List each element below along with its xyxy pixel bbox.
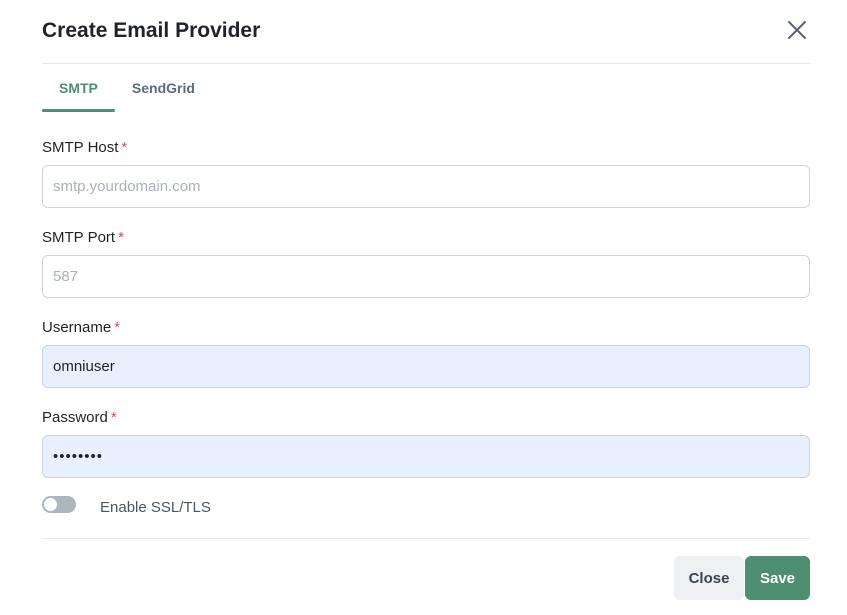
required-mark: * [110,409,117,426]
close-button[interactable]: Close [674,556,744,600]
provider-tabs: SMTP SendGrid [42,64,212,112]
dialog-title: Create Email Provider [42,19,261,42]
ssl-toggle[interactable] [42,496,76,513]
smtp-host-label-text: SMTP Host [42,139,119,156]
username-label: Username * [42,318,120,338]
username-input[interactable] [42,345,810,388]
smtp-host-label: SMTP Host * [42,138,127,158]
smtp-port-label-text: SMTP Port [42,229,116,246]
password-label-text: Password [42,409,108,426]
footer-divider [42,538,810,539]
password-input[interactable] [42,435,810,478]
close-icon[interactable] [784,17,810,43]
smtp-host-input[interactable] [42,165,810,208]
username-label-text: Username [42,319,112,336]
required-mark: * [114,319,121,336]
smtp-port-label: SMTP Port * [42,228,124,248]
save-button[interactable]: Save [745,556,810,600]
create-email-provider-dialog: Create Email Provider SMTP SendGrid SMTP… [0,0,847,615]
password-label: Password * [42,408,117,428]
tab-sendgrid[interactable]: SendGrid [115,64,212,112]
tab-smtp[interactable]: SMTP [42,64,115,112]
required-mark: * [118,229,124,246]
smtp-port-input[interactable] [42,255,810,298]
ssl-toggle-label: Enable SSL/TLS [100,499,211,516]
toggle-knob [44,498,57,511]
required-mark: * [121,139,128,156]
